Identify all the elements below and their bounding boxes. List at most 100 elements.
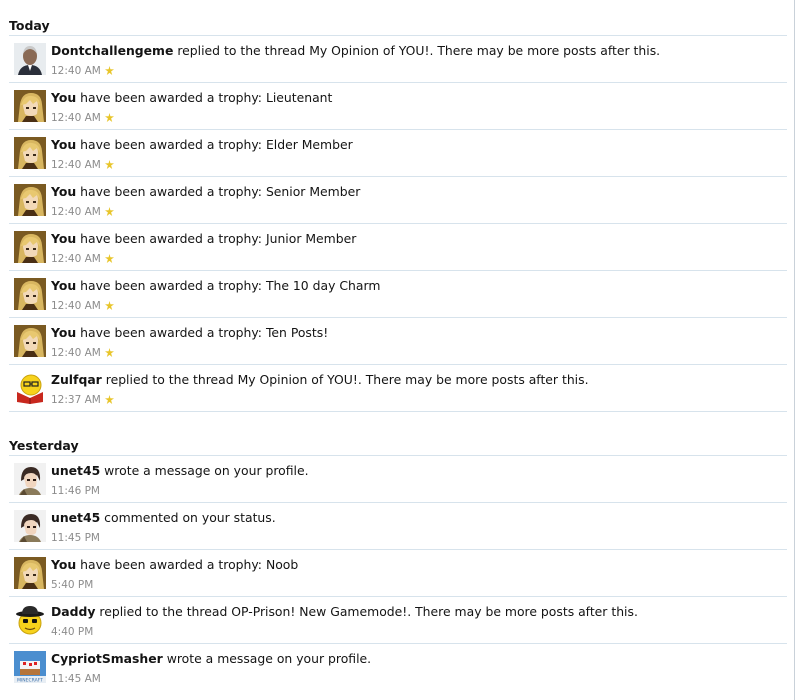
alert-timestamp: 12:40 AM	[51, 159, 101, 171]
alert-item: You have been awarded a trophy: Noob 5:40…	[9, 550, 787, 597]
alert-content-link[interactable]: your profile	[234, 463, 305, 478]
alert-trailing-text: . There may be more posts after this.	[407, 604, 638, 619]
alert-content-link[interactable]: Elder Member	[266, 137, 353, 152]
alert-username-link[interactable]: Dontchallengeme	[51, 43, 173, 58]
alert-content-link[interactable]: OP-Prison! New Gamemode!	[231, 604, 407, 619]
alert-action-text: commented on	[104, 510, 198, 525]
alert-content-link[interactable]: The 10 day Charm	[266, 278, 380, 293]
alert-timestamp: 5:40 PM	[51, 579, 94, 591]
alert-text: You have been awarded a trophy: Senior M…	[51, 184, 360, 200]
alert-trailing-text: .	[367, 651, 372, 666]
alert-content-link[interactable]: My Opinion of YOU!	[309, 43, 429, 58]
alert-meta: 4:40 PM	[51, 626, 93, 638]
anime-blonde-avatar[interactable]	[14, 231, 46, 263]
alert-item: MINECRAFT CypriotSmasher wrote a message…	[9, 644, 787, 691]
alert-meta: 11:45 PM	[51, 532, 100, 544]
alert-text: CypriotSmasher wrote a message on your p…	[51, 651, 371, 667]
alert-action-text: wrote a message on	[166, 651, 293, 666]
section-heading: Today	[9, 18, 50, 33]
alert-content-link[interactable]: Senior Member	[266, 184, 360, 199]
alert-username-link[interactable]: You	[51, 278, 76, 293]
alert-meta: 11:45 AM	[51, 673, 101, 685]
alert-username-link[interactable]: Zulfqar	[51, 372, 102, 387]
alert-timestamp: 12:40 AM	[51, 65, 101, 77]
portrait-avatar[interactable]	[14, 43, 46, 75]
alert-trailing-text: .	[304, 463, 309, 478]
alert-action-text: have been awarded a trophy:	[80, 278, 262, 293]
anime-dark-hair-avatar[interactable]	[14, 463, 46, 495]
alert-timestamp: 12:37 AM	[51, 394, 101, 406]
new-star-icon	[104, 66, 114, 75]
alert-timestamp: 4:40 PM	[51, 626, 94, 638]
alert-username-link[interactable]: You	[51, 184, 76, 199]
alert-content-link[interactable]: Ten Posts!	[266, 325, 328, 340]
alert-text: You have been awarded a trophy: Lieutena…	[51, 90, 332, 106]
alert-username-link[interactable]: You	[51, 90, 76, 105]
alert-content-link[interactable]: Noob	[266, 557, 298, 572]
anime-dark-hair-avatar[interactable]	[14, 510, 46, 542]
alert-username-link[interactable]: You	[51, 231, 76, 246]
alert-action-text: have been awarded a trophy:	[80, 90, 262, 105]
alert-meta: 12:40 AM	[51, 253, 114, 265]
section-heading: Yesterday	[9, 438, 79, 453]
anime-blonde-avatar[interactable]	[14, 137, 46, 169]
anime-blonde-avatar[interactable]	[14, 278, 46, 310]
alert-meta: 5:40 PM	[51, 579, 93, 591]
alert-username-link[interactable]: Daddy	[51, 604, 95, 619]
alert-meta: 12:40 AM	[51, 159, 114, 171]
anime-blonde-avatar[interactable]	[14, 184, 46, 216]
alert-text: You have been awarded a trophy: Elder Me…	[51, 137, 353, 153]
alert-text: Zulfqar replied to the thread My Opinion…	[51, 372, 589, 388]
anime-blonde-avatar[interactable]	[14, 325, 46, 357]
alert-content-link[interactable]: Junior Member	[266, 231, 356, 246]
alert-trailing-text: . There may be more posts after this.	[429, 43, 661, 58]
alert-timestamp: 11:45 AM	[51, 673, 101, 685]
alert-action-text: replied to the thread	[99, 604, 228, 619]
alert-content-link[interactable]: your profile	[296, 651, 367, 666]
alert-item: You have been awarded a trophy: Ten Post…	[9, 318, 787, 365]
alerts-list: Today Dontchallengeme replied to the thr…	[0, 0, 795, 700]
alert-timestamp: 12:40 AM	[51, 300, 101, 312]
alert-username-link[interactable]: You	[51, 557, 76, 572]
alert-meta: 11:46 PM	[51, 485, 100, 497]
alert-text: You have been awarded a trophy: Noob	[51, 557, 298, 573]
alert-username-link[interactable]: You	[51, 137, 76, 152]
alert-timestamp: 12:40 AM	[51, 206, 101, 218]
alert-content-link[interactable]: My Opinion of YOU!	[238, 372, 358, 387]
anime-blonde-avatar[interactable]	[14, 557, 46, 589]
alert-username-link[interactable]: CypriotSmasher	[51, 651, 163, 666]
alert-item: Zulfqar replied to the thread My Opinion…	[9, 365, 787, 412]
alert-username-link[interactable]: unet45	[51, 510, 100, 525]
alert-action-text: have been awarded a trophy:	[80, 325, 262, 340]
new-star-icon	[104, 160, 114, 169]
alert-content-link[interactable]: your status	[202, 510, 272, 525]
alert-timestamp: 11:46 PM	[51, 485, 100, 497]
hat-smiley-avatar[interactable]	[14, 604, 46, 636]
alert-meta: 12:37 AM	[51, 394, 114, 406]
alert-item: You have been awarded a trophy: The 10 d…	[9, 271, 787, 318]
alert-meta: 12:40 AM	[51, 347, 114, 359]
alert-text: You have been awarded a trophy: Junior M…	[51, 231, 356, 247]
alert-item: You have been awarded a trophy: Elder Me…	[9, 130, 787, 177]
alert-text: You have been awarded a trophy: The 10 d…	[51, 278, 380, 294]
alert-content-link[interactable]: Lieutenant	[266, 90, 332, 105]
alert-text: Dontchallengeme replied to the thread My…	[51, 43, 660, 59]
reading-smiley-avatar[interactable]	[14, 372, 46, 404]
alert-username-link[interactable]: unet45	[51, 463, 100, 478]
minecraft-cake-avatar[interactable]: MINECRAFT	[14, 651, 46, 683]
alert-action-text: replied to the thread	[105, 372, 234, 387]
alert-item: unet45 commented on your status. 11:45 PM	[9, 503, 787, 550]
anime-blonde-avatar[interactable]	[14, 90, 46, 122]
alert-trailing-text: .	[271, 510, 276, 525]
new-star-icon	[104, 207, 114, 216]
svg-text:MINECRAFT: MINECRAFT	[17, 678, 43, 684]
alert-username-link[interactable]: You	[51, 325, 76, 340]
alert-timestamp: 12:40 AM	[51, 347, 101, 359]
alert-item: unet45 wrote a message on your profile. 1…	[9, 456, 787, 503]
alert-action-text: have been awarded a trophy:	[80, 231, 262, 246]
alert-text: unet45 commented on your status.	[51, 510, 276, 526]
alert-item: Dontchallengeme replied to the thread My…	[9, 36, 787, 83]
alert-item: You have been awarded a trophy: Senior M…	[9, 177, 787, 224]
alert-item: You have been awarded a trophy: Lieutena…	[9, 83, 787, 130]
alert-timestamp: 12:40 AM	[51, 112, 101, 124]
